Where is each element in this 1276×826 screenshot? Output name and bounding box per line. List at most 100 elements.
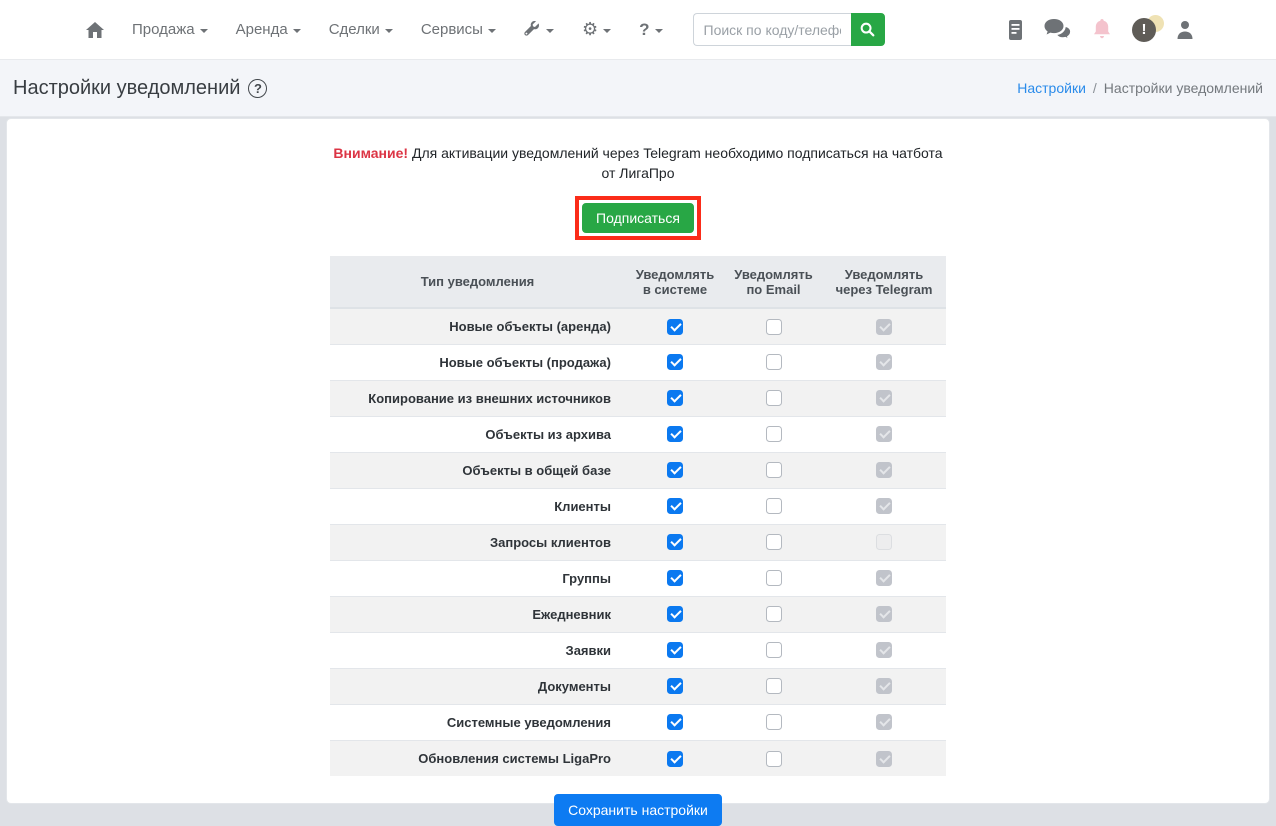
menu-settings[interactable]: ⚙ [572, 11, 621, 48]
row-label: Системные уведомления [330, 704, 625, 740]
save-settings-button[interactable]: Сохранить настройки [554, 794, 722, 826]
search-icon [860, 22, 875, 37]
search-input[interactable] [693, 13, 851, 46]
system-checkbox[interactable] [667, 714, 683, 730]
telegram-checkbox [876, 534, 892, 550]
system-checkbox[interactable] [667, 678, 683, 694]
chats-icon [1044, 18, 1072, 41]
email-checkbox[interactable] [766, 426, 782, 442]
alerts-button[interactable]: ! [1132, 18, 1156, 42]
warning-prefix: Внимание! [333, 145, 408, 161]
system-checkbox[interactable] [667, 319, 683, 335]
table-row: Новые объекты (продажа) [330, 344, 946, 380]
search-group [693, 13, 885, 46]
email-checkbox[interactable] [766, 678, 782, 694]
telegram-checkbox [876, 606, 892, 622]
row-label: Клиенты [330, 488, 625, 524]
row-label: Группы [330, 560, 625, 596]
telegram-checkbox [876, 751, 892, 767]
journal-button[interactable] [1007, 19, 1024, 41]
system-checkbox[interactable] [667, 426, 683, 442]
page-header: Настройки уведомлений ? Настройки / Наст… [0, 60, 1276, 117]
menu-sdelki[interactable]: Сделки [319, 13, 403, 46]
email-checkbox[interactable] [766, 534, 782, 550]
warning-message: Для активации уведомлений через Telegram… [412, 145, 943, 181]
header-system: Уведомлять в системе [625, 256, 725, 308]
subscribe-button[interactable]: Подписаться [582, 203, 694, 233]
menu-prodazha[interactable]: Продажа [122, 13, 218, 46]
table-row: Группы [330, 560, 946, 596]
bell-icon [1092, 18, 1112, 41]
content-area: Внимание! Для активации уведомлений чере… [0, 117, 1276, 804]
row-label: Обновления системы LigaPro [330, 740, 625, 776]
email-checkbox[interactable] [766, 354, 782, 370]
page-title-text: Настройки уведомлений [13, 77, 240, 100]
system-checkbox[interactable] [667, 642, 683, 658]
telegram-checkbox [876, 570, 892, 586]
red-highlight-box: Подписаться [575, 196, 701, 240]
menu-help[interactable]: ? [629, 12, 672, 48]
system-checkbox[interactable] [667, 534, 683, 550]
email-checkbox[interactable] [766, 642, 782, 658]
table-row: Обновления системы LigaPro [330, 740, 946, 776]
telegram-checkbox [876, 714, 892, 730]
notification-settings-table: Тип уведомления Уведомлять в системе Уве… [330, 256, 946, 776]
menu-arenda[interactable]: Аренда [226, 13, 311, 46]
table-row: Новые объекты (аренда) [330, 308, 946, 344]
breadcrumb-link-settings[interactable]: Настройки [1017, 80, 1086, 96]
email-checkbox[interactable] [766, 390, 782, 406]
system-checkbox[interactable] [667, 462, 683, 478]
email-checkbox[interactable] [766, 606, 782, 622]
home-icon [86, 22, 104, 38]
gear-icon: ⚙ [582, 19, 598, 40]
breadcrumb: Настройки / Настройки уведомлений [1017, 80, 1263, 96]
row-label: Заявки [330, 632, 625, 668]
telegram-checkbox [876, 498, 892, 514]
email-checkbox[interactable] [766, 319, 782, 335]
search-button[interactable] [851, 13, 885, 46]
breadcrumb-separator: / [1093, 80, 1097, 96]
system-checkbox[interactable] [667, 390, 683, 406]
menu-label: Аренда [236, 21, 288, 38]
chevron-down-icon [603, 29, 611, 33]
chevron-down-icon [293, 29, 301, 33]
page-help-icon[interactable]: ? [248, 79, 267, 98]
system-checkbox[interactable] [667, 570, 683, 586]
messages-button[interactable] [1044, 18, 1072, 41]
system-checkbox[interactable] [667, 751, 683, 767]
profile-button[interactable] [1176, 20, 1194, 40]
table-row: Ежедневник [330, 596, 946, 632]
menu-label: Сделки [329, 21, 380, 38]
menu-label: Сервисы [421, 21, 483, 38]
menu-tools[interactable] [514, 13, 564, 46]
help-icon: ? [639, 20, 649, 40]
settings-card: Внимание! Для активации уведомлений чере… [6, 118, 1270, 804]
telegram-checkbox [876, 678, 892, 694]
notifications-button[interactable] [1092, 18, 1112, 41]
row-label: Запросы клиентов [330, 524, 625, 560]
email-checkbox[interactable] [766, 751, 782, 767]
header-telegram: Уведомлять через Telegram [822, 256, 946, 308]
telegram-checkbox [876, 462, 892, 478]
system-checkbox[interactable] [667, 606, 683, 622]
home-button[interactable] [82, 14, 114, 46]
table-header-row: Тип уведомления Уведомлять в системе Уве… [330, 256, 946, 308]
table-row: Объекты из архива [330, 416, 946, 452]
page-title: Настройки уведомлений ? [13, 77, 267, 100]
system-checkbox[interactable] [667, 498, 683, 514]
row-label: Новые объекты (продажа) [330, 344, 625, 380]
email-checkbox[interactable] [766, 570, 782, 586]
email-checkbox[interactable] [766, 462, 782, 478]
email-checkbox[interactable] [766, 498, 782, 514]
table-row: Документы [330, 668, 946, 704]
row-label: Копирование из внешних источников [330, 380, 625, 416]
user-icon [1176, 20, 1194, 40]
top-navbar: Продажа Аренда Сделки Сервисы [0, 0, 1276, 60]
table-row: Системные уведомления [330, 704, 946, 740]
menu-servisy[interactable]: Сервисы [411, 13, 506, 46]
telegram-checkbox [876, 642, 892, 658]
system-checkbox[interactable] [667, 354, 683, 370]
email-checkbox[interactable] [766, 714, 782, 730]
breadcrumb-current: Настройки уведомлений [1104, 80, 1263, 96]
chevron-down-icon [200, 29, 208, 33]
